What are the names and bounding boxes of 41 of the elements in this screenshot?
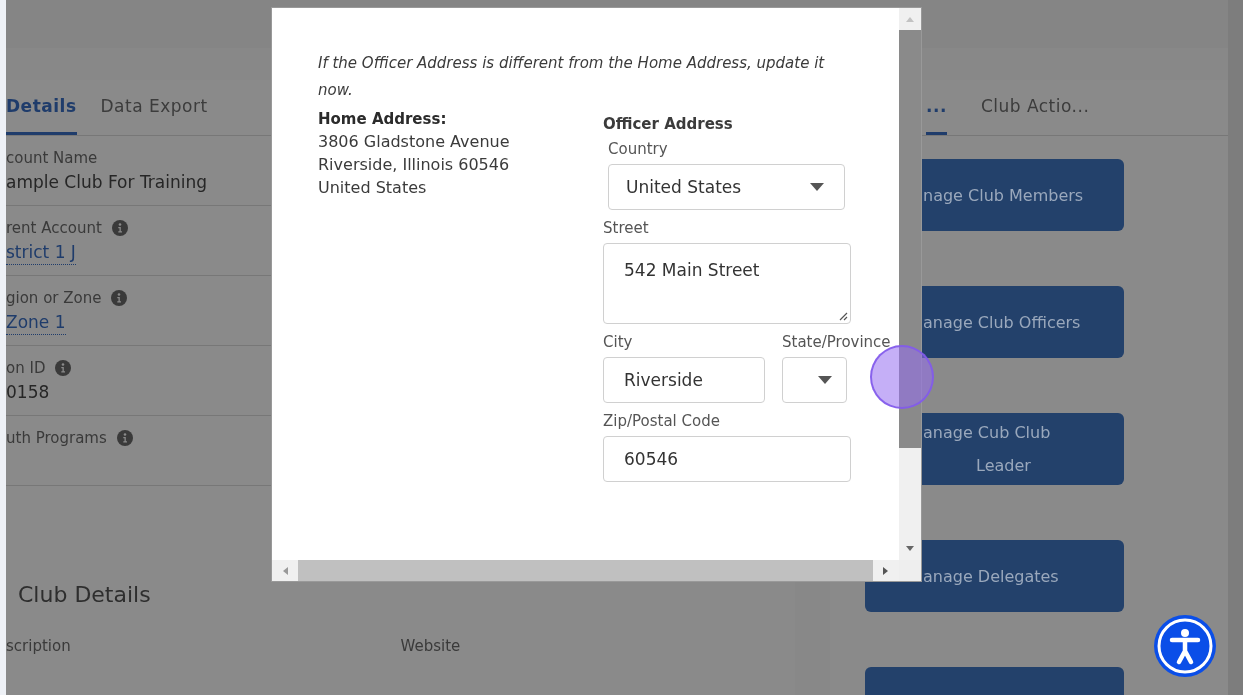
zip-field[interactable]: 60546: [603, 436, 851, 482]
field-label: on ID: [6, 359, 46, 377]
column-label: scription: [6, 637, 72, 655]
scroll-right-icon[interactable]: [883, 565, 889, 576]
info-icon[interactable]: [111, 289, 128, 306]
info-icon[interactable]: [111, 219, 128, 236]
resize-icon: [838, 311, 848, 321]
field-label: count Name: [6, 149, 98, 167]
tab[interactable]: Club Actio...: [980, 80, 1090, 135]
field-value: 0158: [6, 382, 50, 404]
instruction-text: If the Officer Address is different from the Home Address, update it now.: [318, 53, 826, 101]
caret-icon: [818, 376, 832, 384]
address-line: 3806 Gladstone Avenue: [318, 132, 511, 151]
field-label: Country: [608, 140, 669, 158]
tab[interactable]: Details: [6, 80, 77, 135]
field-label: gion or Zone: [6, 288, 102, 307]
record-link[interactable]: Zone 1: [6, 311, 66, 335]
scroll-left-icon[interactable]: [282, 565, 288, 576]
info-icon[interactable]: [116, 430, 133, 446]
column-label: Website: [400, 637, 462, 655]
address-heading: Home Address:: [318, 110, 448, 128]
section-title: Club Details: [17, 582, 152, 607]
record-link[interactable]: strict 1 J: [6, 241, 76, 265]
street-field[interactable]: 542 Main Street: [603, 243, 851, 324]
tab[interactable]: ...: [926, 80, 947, 135]
field-label: Street: [603, 219, 650, 237]
country-dropdown[interactable]: United States: [608, 164, 845, 210]
tab[interactable]: Data Export: [100, 80, 208, 135]
address-line: United States: [318, 178, 428, 197]
field-label: rent Account: [6, 218, 102, 237]
horizontal-scrollbar[interactable]: [272, 560, 899, 581]
field-label: uth Programs: [6, 429, 107, 447]
address-line: Riverside, Illinois 60546: [318, 155, 511, 174]
caret-icon: [810, 183, 824, 191]
city-field[interactable]: Riverside: [603, 357, 765, 403]
field-label: Zip/Postal Code: [603, 412, 721, 430]
info-icon[interactable]: [55, 360, 72, 376]
section-heading: Officer Address: [603, 115, 734, 133]
scroll-down-icon[interactable]: [905, 546, 915, 552]
field-label: City: [603, 333, 634, 351]
vertical-scrollbar[interactable]: [899, 8, 921, 560]
